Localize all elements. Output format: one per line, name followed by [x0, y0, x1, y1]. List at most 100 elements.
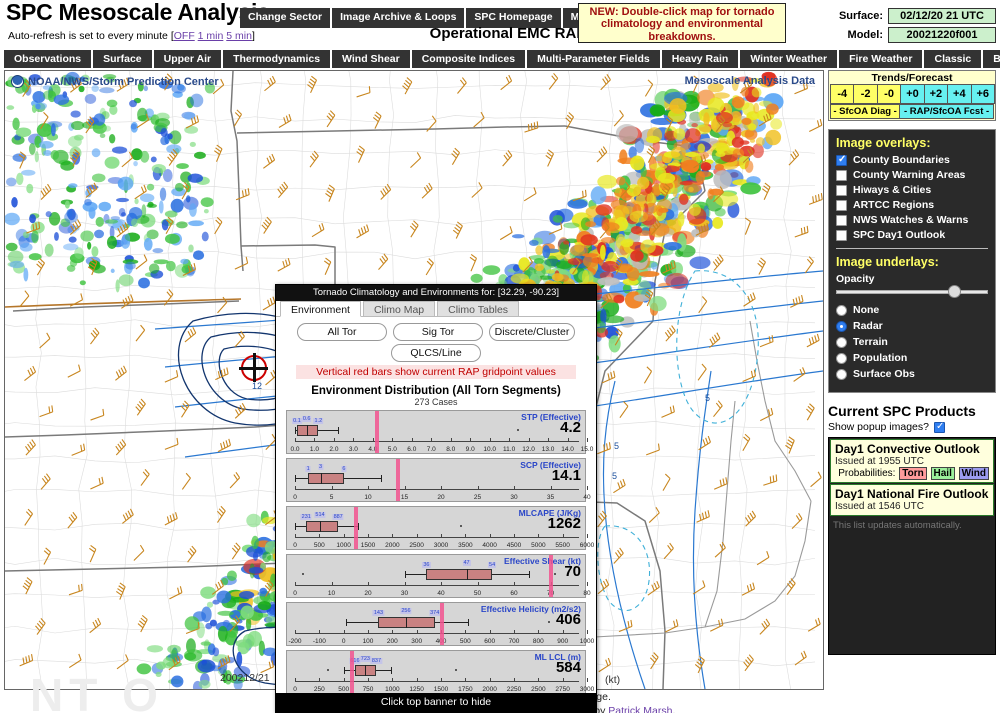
whisker-cap-high — [381, 475, 383, 482]
tab-multi-parameter-fields[interactable]: Multi-Parameter Fields — [527, 50, 660, 68]
map-crosshair-marker[interactable] — [239, 353, 268, 382]
trend-m4[interactable]: -4 — [830, 84, 855, 104]
dialog-tab-environment[interactable]: Environment — [280, 301, 361, 317]
product-probabilities: Probabilities: Torn Hail Wind — [835, 467, 989, 480]
underlay-radar[interactable]: Radar — [836, 320, 988, 332]
underlay-population[interactable]: Population — [836, 352, 988, 364]
tab-beta[interactable]: Beta — [983, 50, 1000, 68]
radio-icon[interactable] — [836, 352, 847, 364]
footer-maintainer-link[interactable]: Patrick Marsh — [608, 705, 672, 713]
tab-heavy-rain[interactable]: Heavy Rain — [661, 50, 739, 68]
median-line — [365, 665, 367, 676]
axis-tick-label: 13.0 — [541, 446, 555, 453]
filter-all-tor[interactable]: All Tor — [297, 323, 387, 341]
model-run-value[interactable]: 20021220f001 — [888, 27, 996, 43]
axis-tick-label: 15.0 — [580, 446, 594, 453]
boxplot-axis — [295, 537, 579, 538]
refresh-5min-link[interactable]: 5 min — [226, 30, 252, 42]
q3-label: 887 — [332, 514, 344, 520]
checkbox-icon[interactable] — [934, 421, 945, 433]
trend-m2[interactable]: -2 — [853, 84, 878, 104]
tab-wind-shear[interactable]: Wind Shear — [332, 50, 410, 68]
radio-icon[interactable] — [836, 320, 847, 332]
axis-tick — [550, 486, 552, 490]
nav-change-sector[interactable]: Change Sector — [240, 8, 331, 28]
trend-p2[interactable]: +2 — [923, 84, 949, 104]
prob-chip-wind[interactable]: Wind — [958, 467, 989, 480]
trend-p0[interactable]: +0 — [900, 84, 925, 104]
radio-icon[interactable] — [836, 368, 847, 380]
overlay-nws-watches-warns[interactable]: NWS Watches & Warns — [836, 214, 988, 226]
axis-tick — [514, 486, 515, 490]
overlay-county-boundaries[interactable]: County Boundaries — [836, 154, 988, 166]
underlay-label: Surface Obs — [853, 368, 915, 380]
outlier-point — [454, 669, 457, 671]
axis-tick-label: 1500 — [360, 542, 376, 549]
underlay-terrain[interactable]: Terrain — [836, 336, 988, 348]
underlay-none[interactable]: None — [836, 304, 988, 316]
radio-icon[interactable] — [836, 336, 847, 348]
surface-time-value[interactable]: 02/12/20 21 UTC — [888, 8, 996, 24]
slider-track[interactable] — [836, 290, 988, 294]
axis-tick-label: 2000 — [385, 542, 400, 549]
overlay-spc-day1-outlook[interactable]: SPC Day1 Outlook — [836, 229, 988, 241]
tab-observations[interactable]: Observations — [4, 50, 92, 68]
axis-tick-label: 20 — [364, 590, 372, 597]
tab-surface[interactable]: Surface — [93, 50, 152, 68]
tornado-climatology-dialog[interactable]: Tornado Climatology and Environments for… — [275, 284, 597, 713]
filter-discrete-cluster[interactable]: Discrete/Cluster — [489, 323, 575, 341]
checkbox-icon[interactable] — [836, 154, 847, 166]
dialog-tab-climo-tables[interactable]: Climo Tables — [437, 301, 520, 316]
show-popup-images-row[interactable]: Show popup images? — [828, 421, 996, 433]
checkbox-icon[interactable] — [836, 214, 847, 226]
outlier-point — [460, 525, 463, 527]
spc-products-list: Day1 Convective Outlook Issued at 1955 U… — [828, 437, 996, 655]
tab-thermodynamics[interactable]: Thermodynamics — [223, 50, 331, 68]
product-title: Day1 National Fire Outlook — [835, 487, 989, 501]
axis-tick — [331, 582, 333, 586]
axis-tick — [392, 534, 394, 538]
prob-chip-hail[interactable]: Hail — [930, 467, 955, 480]
trend-p4[interactable]: +4 — [947, 84, 972, 104]
boxplot-current-value: 70 — [564, 563, 581, 580]
axis-tick — [392, 438, 394, 442]
refresh-off-link[interactable]: OFF — [174, 30, 195, 42]
underlay-surface-obs[interactable]: Surface Obs — [836, 368, 988, 380]
axis-tick-label: 1500 — [433, 686, 449, 693]
filter-qlcs-line[interactable]: QLCS/Line — [391, 344, 481, 362]
dialog-tab-climo-map[interactable]: Climo Map — [362, 301, 436, 316]
tab-composite-indices[interactable]: Composite Indices — [411, 50, 526, 68]
overlay-artcc-regions[interactable]: ARTCC Regions — [836, 199, 988, 211]
boxplot-current-value: 4.2 — [560, 419, 581, 436]
trends-row: -4 -2 -0 +0 +2 +4 +6 — [830, 84, 995, 104]
dialog-titlebar[interactable]: Tornado Climatology and Environments for… — [276, 285, 596, 301]
filter-sig-tor[interactable]: Sig Tor — [393, 323, 483, 341]
tab-winter-weather[interactable]: Winter Weather — [740, 50, 838, 68]
trend-p6[interactable]: +6 — [970, 84, 995, 104]
boxplot-5: Effective Helicity (m2/s2) 406 -200 -100 0 10… — [286, 602, 594, 646]
trend-m0[interactable]: -0 — [876, 84, 902, 104]
prob-chip-torn[interactable]: Torn — [899, 467, 927, 480]
checkbox-icon[interactable] — [836, 199, 847, 211]
axis-tick — [295, 630, 296, 634]
tab-upper-air[interactable]: Upper Air — [153, 50, 222, 68]
product-day1-national-fire-outlook[interactable]: Day1 National Fire Outlook Issued at 154… — [830, 484, 994, 516]
checkbox-icon[interactable] — [836, 169, 847, 181]
q1-label: 0.1 — [292, 418, 302, 424]
checkbox-icon[interactable] — [836, 184, 847, 196]
slider-knob[interactable] — [948, 285, 962, 298]
overlay-county-warning-areas[interactable]: County Warning Areas — [836, 169, 988, 181]
opacity-slider[interactable] — [836, 285, 988, 298]
product-day1-convective-outlook[interactable]: Day1 Convective Outlook Issued at 1955 U… — [830, 439, 994, 483]
tab-fire-weather[interactable]: Fire Weather — [839, 50, 923, 68]
refresh-1min-link[interactable]: 1 min — [198, 30, 224, 42]
tab-classic[interactable]: Classic — [924, 50, 982, 68]
checkbox-icon[interactable] — [836, 229, 847, 241]
axis-tick-label: 50 — [473, 590, 482, 597]
axis-tick-label: 80 — [583, 590, 591, 597]
dialog-hide-bar[interactable]: Click top banner to hide — [276, 693, 596, 712]
overlay-hiways-cities[interactable]: Hiways & Cities — [836, 184, 988, 196]
radio-icon[interactable] — [836, 304, 847, 316]
overlay-label: SPC Day1 Outlook — [853, 229, 946, 241]
axis-tick — [587, 630, 588, 634]
